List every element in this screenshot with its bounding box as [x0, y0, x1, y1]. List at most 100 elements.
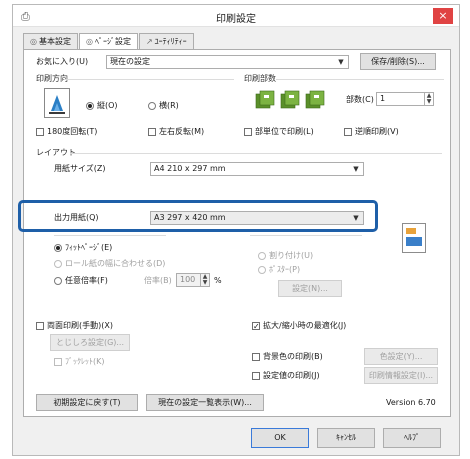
favorites-value: 現在の設定	[110, 57, 150, 66]
mirror-checkbox[interactable]	[148, 127, 156, 136]
multipage-divider	[250, 235, 362, 236]
landscape-label: 横(R)	[159, 101, 179, 110]
fit-page-option[interactable]: ﾌｨｯﾄﾍﾟｰｼﾞ(E)	[54, 242, 112, 254]
layout-divider	[70, 153, 442, 154]
close-button[interactable]: ×	[433, 8, 453, 24]
color-settings-button[interactable]: 色設定(Y)...	[364, 348, 438, 365]
copies-divider	[276, 79, 444, 80]
spin-arrows-icon[interactable]: ▲ ▼	[424, 93, 433, 105]
orientation-divider	[64, 79, 234, 80]
help-button[interactable]: ﾍﾙﾌﾟ	[383, 428, 441, 448]
custom-scale-radio[interactable]	[54, 276, 62, 285]
tab-utility-icon: ↗	[145, 37, 153, 46]
bg-color-label: 背景色の印刷(B)	[263, 352, 323, 361]
output-paper-value: A3 297 x 420 mm	[154, 213, 226, 222]
tab-basic-label: 基本設定	[38, 37, 71, 46]
chevron-down-icon: ▼	[353, 165, 359, 173]
roll-width-option[interactable]: ロール紙の幅に合わせる(D)	[54, 258, 165, 270]
copies-stepper[interactable]: 1 ▲ ▼	[376, 92, 434, 106]
collate-preview-icon	[254, 90, 334, 112]
tab-basic[interactable]: ◎ 基本設定	[23, 33, 78, 49]
poster-label: ﾎﾟｽﾀｰ(P)	[269, 265, 301, 274]
output-paper-select[interactable]: A3 297 x 420 mm ▼	[150, 211, 364, 225]
save-delete-button[interactable]: 保存/削除(S)...	[360, 53, 436, 70]
multi-page-radio[interactable]	[258, 251, 266, 260]
tab-utility[interactable]: ↗ ﾕｰﾃｨﾘﾃｨｰ	[138, 33, 194, 49]
ok-button[interactable]: OK	[251, 428, 309, 448]
reduce-enlarge-label: 拡大/縮小時の最適化(J)	[263, 321, 347, 330]
portrait-preview-icon	[44, 88, 70, 118]
reverse-option[interactable]: 逆順印刷(V)	[344, 126, 399, 138]
booklet-label: ﾌﾞｯｸﾚｯﾄ(K)	[65, 357, 105, 366]
scale-percent-stepper[interactable]: 100 ▲ ▼	[176, 273, 210, 287]
scale-percent-label: 倍率(B)	[144, 276, 172, 285]
favorites-select[interactable]: 現在の設定 ▼	[106, 55, 349, 69]
tab-strip: ◎ 基本設定 ◎ ﾍﾟｰｼﾞ設定 ↗ ﾕｰﾃｨﾘﾃｨｰ	[23, 33, 195, 50]
fit-page-radio[interactable]	[54, 243, 62, 252]
portrait-radio[interactable]	[86, 101, 94, 110]
print-info-option[interactable]: 設定値の印刷(J)	[252, 370, 320, 382]
manual-duplex-label: 両面印刷(手動)(X)	[47, 321, 113, 330]
output-paper-label: 出力用紙(Q)	[54, 213, 99, 222]
roll-width-label: ロール紙の幅に合わせる(D)	[65, 259, 166, 268]
tab-utility-label: ﾕｰﾃｨﾘﾃｨｰ	[154, 37, 187, 46]
print-info-checkbox[interactable]	[252, 371, 260, 380]
window-title: 印刷設定	[216, 14, 256, 25]
scale-percent-unit: %	[214, 276, 222, 285]
version-label: Version 6.70	[386, 398, 436, 407]
bg-color-option[interactable]: 背景色の印刷(B)	[252, 351, 323, 363]
scale-percent-value: 100	[180, 275, 196, 284]
binding-margin-button[interactable]: とじしろ設定(G)...	[50, 334, 130, 351]
custom-scale-option[interactable]: 任意倍率(F)	[54, 275, 108, 287]
copies-count-label: 部数(C)	[346, 95, 374, 104]
manual-duplex-option[interactable]: 両面印刷(手動)(X)	[36, 320, 113, 332]
rotate180-option[interactable]: 180度回転(T)	[36, 126, 97, 138]
portrait-label: 縦(O)	[97, 101, 118, 110]
rotate180-label: 180度回転(T)	[47, 127, 98, 136]
landscape-radio[interactable]	[148, 101, 156, 110]
title-bar: ⎙ 印刷設定 ×	[13, 5, 459, 27]
spin-arrows-icon[interactable]: ▲ ▼	[200, 274, 209, 286]
collate-checkbox[interactable]	[244, 127, 252, 136]
reverse-label: 逆順印刷(V)	[355, 127, 399, 136]
reduce-enlarge-option[interactable]: ✓ 拡大/縮小時の最適化(J)	[252, 320, 346, 332]
bg-color-checkbox[interactable]	[252, 352, 260, 361]
paper-size-value: A4 210 x 297 mm	[154, 164, 226, 173]
multi-page-label: 割り付け(U)	[269, 251, 314, 260]
reverse-checkbox[interactable]	[344, 127, 352, 136]
restore-defaults-button[interactable]: 初期設定に戻す(T)	[36, 394, 138, 411]
collate-option[interactable]: 部単位で印刷(L)	[244, 126, 314, 138]
portrait-option[interactable]: 縦(O)	[86, 100, 118, 112]
page-preview-icon	[402, 223, 426, 253]
tab-basic-icon: ◎	[30, 37, 37, 46]
tab-page-setup[interactable]: ◎ ﾍﾟｰｼﾞ設定	[78, 33, 138, 50]
chevron-down-icon: ▼	[338, 58, 344, 66]
custom-scale-label: 任意倍率(F)	[65, 276, 108, 285]
landscape-option[interactable]: 横(R)	[148, 100, 179, 112]
rotate180-checkbox[interactable]	[36, 127, 44, 136]
fit-page-label: ﾌｨｯﾄﾍﾟｰｼﾞ(E)	[65, 243, 113, 252]
cancel-button[interactable]: ｷｬﾝｾﾙ	[317, 428, 375, 448]
booklet-option[interactable]: ﾌﾞｯｸﾚｯﾄ(K)	[54, 356, 105, 368]
paper-size-label: 用紙サイズ(Z)	[54, 164, 106, 173]
print-info-label: 設定値の印刷(J)	[263, 371, 320, 380]
roll-width-radio[interactable]	[54, 259, 62, 268]
mirror-label: 左右反転(M)	[159, 127, 205, 136]
paper-size-select[interactable]: A4 210 x 297 mm ▼	[150, 162, 364, 176]
manual-duplex-checkbox[interactable]	[36, 321, 44, 330]
copies-title: 印刷部数	[244, 74, 276, 83]
tab-page-label: ﾍﾟｰｼﾞ設定	[94, 37, 131, 46]
print-info-settings-button[interactable]: 印刷情報設定(I)...	[364, 367, 438, 384]
show-settings-list-button[interactable]: 現在の設定一覧表示(W)...	[146, 394, 264, 411]
reduce-enlarge-checkbox[interactable]: ✓	[252, 321, 260, 330]
poster-radio[interactable]	[258, 265, 266, 274]
multi-page-option[interactable]: 割り付け(U)	[258, 250, 313, 262]
copies-value: 1	[380, 94, 386, 103]
layout-settings-button[interactable]: 設定(N)...	[278, 280, 342, 297]
poster-option[interactable]: ﾎﾟｽﾀｰ(P)	[258, 264, 300, 276]
favorites-label: お気に入り(U)	[36, 57, 89, 66]
mirror-option[interactable]: 左右反転(M)	[148, 126, 204, 138]
page-setup-panel: お気に入り(U) 現在の設定 ▼ 保存/削除(S)... 印刷方向 縦(O) 横…	[18, 49, 451, 417]
scale-divider	[54, 235, 166, 236]
booklet-checkbox[interactable]	[54, 357, 62, 366]
